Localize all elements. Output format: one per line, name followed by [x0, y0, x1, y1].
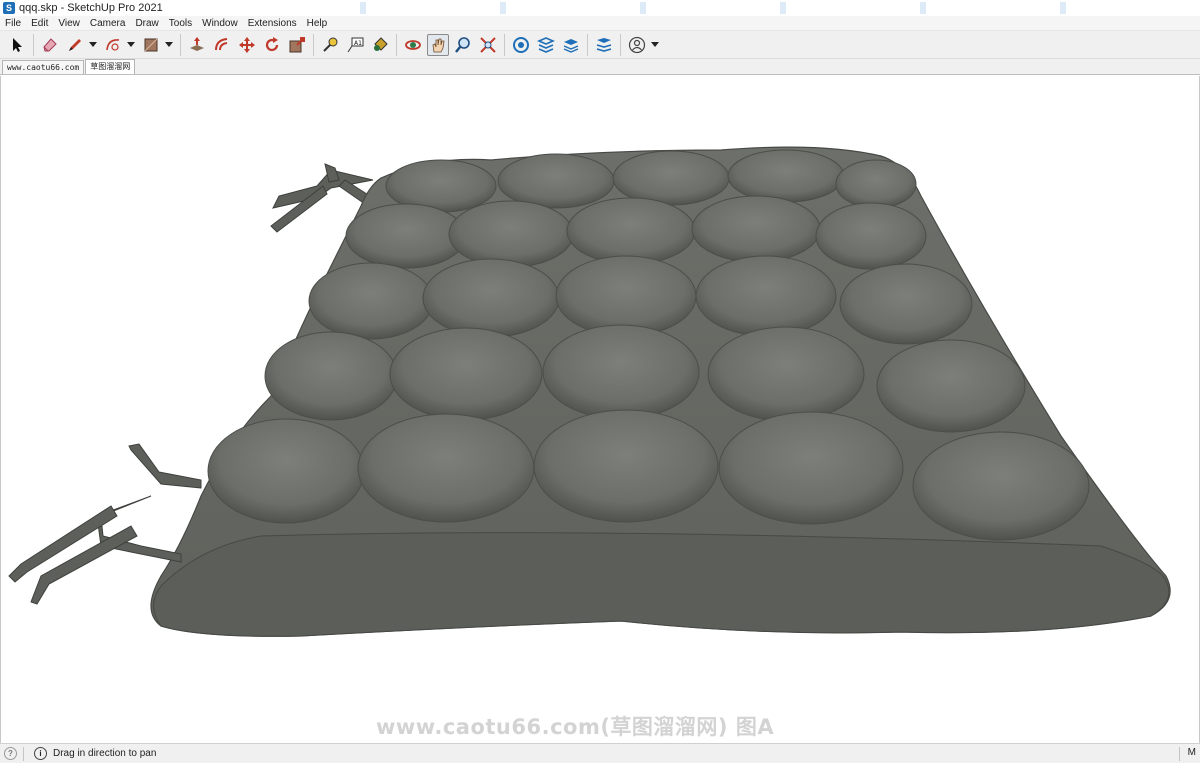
- rectangle-shape-icon[interactable]: [140, 34, 162, 56]
- scene-tab-2[interactable]: 草图溜溜网: [85, 59, 136, 74]
- geo-location-icon[interactable]: ?: [4, 747, 17, 760]
- offset-icon[interactable]: [211, 34, 233, 56]
- drawing-viewport[interactable]: www.caotu66.com(草图溜溜网) 图A: [0, 76, 1200, 743]
- toolbar-separator: [620, 33, 621, 56]
- arc-dropdown-chevron-icon[interactable]: [127, 34, 135, 56]
- sketchup-window: S qqq.skp - SketchUp Pro 2021 File Edit …: [0, 0, 1200, 763]
- extension-warehouse-icon[interactable]: [535, 34, 557, 56]
- paint-bucket-icon[interactable]: [369, 34, 391, 56]
- seat-cushion-model: [8, 146, 1171, 637]
- toolbar-separator: [313, 33, 314, 56]
- push-pull-icon[interactable]: [186, 34, 208, 56]
- text-label-icon[interactable]: A1: [344, 34, 366, 56]
- extension-manager-icon[interactable]: [593, 34, 615, 56]
- pan-hand-icon[interactable]: [427, 33, 449, 56]
- measurements-label: M: [1187, 747, 1196, 758]
- menu-extensions[interactable]: Extensions: [243, 16, 302, 31]
- title-bar: S qqq.skp - SketchUp Pro 2021: [0, 0, 1200, 16]
- layout-icon[interactable]: [560, 34, 582, 56]
- pencil-line-icon[interactable]: [64, 34, 86, 56]
- scene-tabs: www.caotu66.com 草图溜溜网: [0, 59, 1200, 75]
- toolbar-separator: [33, 33, 34, 56]
- toolbar-separator: [180, 33, 181, 56]
- eraser-icon[interactable]: [39, 34, 61, 56]
- scale-icon[interactable]: [286, 34, 308, 56]
- cushion-front-edge: [153, 532, 1170, 637]
- orbit-icon[interactable]: [402, 34, 424, 56]
- tape-measure-icon[interactable]: [319, 34, 341, 56]
- status-bar: ? i Drag in direction to pan M: [0, 743, 1200, 763]
- svg-text:A1: A1: [354, 40, 362, 47]
- instructor-info-icon[interactable]: i: [34, 747, 47, 760]
- zoom-extents-icon[interactable]: [477, 34, 499, 56]
- status-separator: [1179, 747, 1180, 761]
- menu-draw[interactable]: Draw: [130, 16, 163, 31]
- scene-tab-1[interactable]: www.caotu66.com: [2, 60, 85, 74]
- status-separator: [23, 746, 24, 761]
- sketchup-logo-icon: S: [3, 2, 15, 14]
- toolbar-separator: [587, 33, 588, 56]
- menu-view[interactable]: View: [53, 16, 85, 31]
- menu-bar: File Edit View Camera Draw Tools Window …: [0, 16, 1200, 31]
- pencil-dropdown-chevron-icon[interactable]: [89, 34, 97, 56]
- menu-window[interactable]: Window: [197, 16, 243, 31]
- menu-file[interactable]: File: [0, 16, 26, 31]
- window-title: qqq.skp - SketchUp Pro 2021: [19, 2, 163, 14]
- cushion-tufts: [207, 149, 1090, 541]
- account-user-icon[interactable]: [626, 34, 648, 56]
- viewport-watermark: www.caotu66.com(草图溜溜网) 图A: [376, 715, 775, 739]
- menu-edit[interactable]: Edit: [26, 16, 53, 31]
- getting-started-toolbar: A1: [0, 31, 1200, 59]
- select-arrow-icon[interactable]: [6, 34, 28, 56]
- watermark-strip: [300, 2, 1180, 14]
- shape-dropdown-chevron-icon[interactable]: [165, 34, 173, 56]
- rotate-icon[interactable]: [261, 34, 283, 56]
- menu-tools[interactable]: Tools: [164, 16, 197, 31]
- move-icon[interactable]: [236, 34, 258, 56]
- account-dropdown-chevron-icon[interactable]: [651, 34, 659, 56]
- 3d-warehouse-icon[interactable]: [510, 34, 532, 56]
- menu-help[interactable]: Help: [302, 16, 333, 31]
- toolbar-separator: [504, 33, 505, 56]
- menu-camera[interactable]: Camera: [85, 16, 131, 31]
- toolbar-separator: [396, 33, 397, 56]
- status-message: Drag in direction to pan: [53, 748, 157, 759]
- arc-icon[interactable]: [102, 34, 124, 56]
- zoom-icon[interactable]: [452, 34, 474, 56]
